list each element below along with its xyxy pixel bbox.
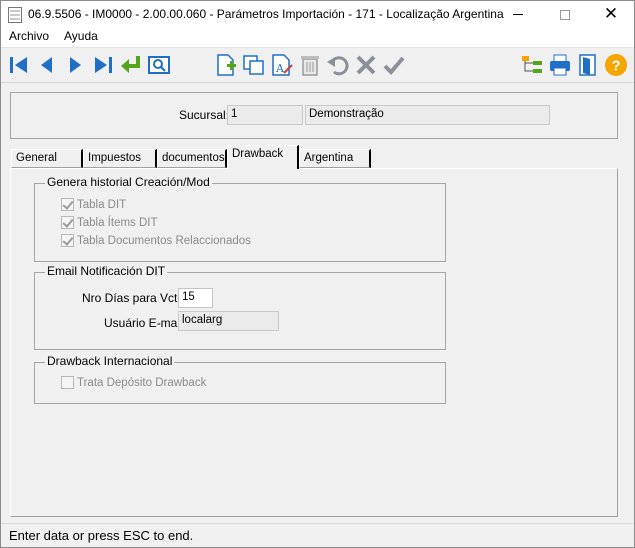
search-icon (148, 56, 170, 74)
tabla-documentos-label: Tabla Documentos Relaccionados (77, 234, 251, 247)
checkbox-unchecked-icon (61, 376, 74, 389)
menu-archivo[interactable]: Archivo (9, 29, 49, 43)
status-text: Enter data or press ESC to end. (9, 528, 194, 543)
go-to-button[interactable] (119, 53, 143, 77)
sucursal-panel: Sucursal: 1 Demonstração (10, 92, 618, 139)
tab-general[interactable]: General (11, 149, 83, 168)
checkbox-checked-icon (61, 198, 74, 211)
copy-record-icon (243, 55, 264, 75)
next-record-button[interactable] (63, 53, 87, 77)
tab-impuestos[interactable]: Impuestos (83, 149, 157, 168)
title-bar: 06.9.5506 - IM0000 - 2.00.00.060 - Parám… (1, 1, 634, 28)
minimize-button[interactable] (495, 1, 541, 28)
delete-record-icon (301, 56, 319, 76)
help-icon: ? (605, 54, 627, 76)
historial-group: Genera historial Creación/Mod Tabla DIT … (34, 175, 446, 262)
nro-dias-input[interactable]: 15 (178, 288, 213, 308)
maximize-icon (560, 9, 570, 20)
cancel-icon (356, 55, 376, 75)
edit-record-icon: A (272, 54, 293, 76)
previous-record-button[interactable] (35, 53, 59, 77)
tab-documentos[interactable]: documentos (157, 149, 227, 168)
copy-record-button[interactable] (242, 53, 266, 77)
tree-button[interactable] (520, 53, 544, 77)
tabla-dit-label: Tabla DIT (77, 198, 127, 211)
go-to-icon (121, 56, 140, 73)
previous-record-icon (41, 57, 52, 73)
edit-record-button[interactable]: A (270, 53, 294, 77)
tab-argentina[interactable]: Argentina (299, 149, 371, 168)
tabla-dit-checkbox[interactable]: Tabla DIT (61, 198, 126, 211)
checkbox-checked-icon (61, 234, 74, 247)
last-record-icon (95, 57, 112, 73)
email-group-title: Email Notificación DIT (45, 264, 168, 278)
tab-drawback[interactable]: Drawback (227, 145, 299, 169)
exit-icon (579, 54, 596, 76)
search-button[interactable] (147, 53, 171, 77)
menu-ayuda[interactable]: Ayuda (64, 29, 98, 43)
application-window: 06.9.5506 - IM0000 - 2.00.00.060 - Parám… (0, 0, 635, 548)
next-record-icon (70, 57, 81, 73)
tabla-items-dit-checkbox[interactable]: Tabla Ítems DIT (61, 216, 158, 229)
usuario-email-label: Usuário E-mail: (104, 316, 187, 330)
svg-text:A: A (275, 62, 285, 75)
trata-deposito-label: Trata Depósito Drawback (77, 376, 207, 389)
exit-button[interactable] (576, 53, 600, 77)
drawback-internacional-title: Drawback Internacional (45, 354, 175, 368)
tree-icon (522, 56, 542, 73)
undo-button[interactable] (326, 53, 350, 77)
print-icon (550, 54, 570, 76)
save-icon (383, 56, 405, 75)
delete-record-button[interactable] (298, 53, 322, 77)
toolbar: A ? (1, 47, 634, 82)
historial-group-title: Genera historial Creación/Mod (45, 175, 212, 189)
tabla-documentos-checkbox[interactable]: Tabla Documentos Relaccionados (61, 234, 251, 247)
checkbox-checked-icon (61, 216, 74, 229)
nro-dias-label: Nro Días para Vcto: (82, 291, 188, 305)
first-record-icon (10, 57, 27, 73)
undo-icon (327, 56, 349, 76)
usuario-email-field[interactable]: localarg (178, 311, 279, 331)
tab-strip: General Impuestos documentos Drawback Ar… (1, 145, 634, 169)
last-record-button[interactable] (91, 53, 115, 77)
svg-text:?: ? (612, 58, 621, 75)
trata-deposito-checkbox[interactable]: Trata Depósito Drawback (61, 376, 206, 389)
sucursal-name-field: Demonstração (305, 105, 550, 125)
sucursal-code-field: 1 (227, 105, 303, 125)
cancel-button[interactable] (354, 53, 378, 77)
minimize-icon (513, 14, 523, 15)
add-record-icon (217, 54, 236, 76)
add-record-button[interactable] (214, 53, 238, 77)
first-record-button[interactable] (7, 53, 31, 77)
window-title: 06.9.5506 - IM0000 - 2.00.00.060 - Parám… (28, 7, 504, 21)
menu-bar: Archivo Ayuda (1, 28, 634, 47)
sucursal-label: Sucursal: (179, 108, 230, 122)
main-content: Sucursal: 1 Demonstração General Impuest… (1, 82, 634, 523)
print-button[interactable] (548, 53, 572, 77)
close-button[interactable]: ✕ (588, 1, 634, 28)
app-icon (8, 7, 22, 23)
close-icon: ✕ (603, 4, 619, 24)
save-button[interactable] (382, 53, 406, 77)
maximize-button[interactable] (542, 1, 588, 28)
drawback-internacional-group: Drawback Internacional Trata Depósito Dr… (34, 354, 446, 404)
help-button[interactable]: ? (604, 53, 628, 77)
email-group: Email Notificación DIT Nro Días para Vct… (34, 264, 446, 350)
tabla-items-dit-label: Tabla Ítems DIT (77, 216, 158, 229)
drawback-tab-page: Genera historial Creación/Mod Tabla DIT … (10, 168, 618, 517)
status-bar: Enter data or press ESC to end. (1, 523, 634, 547)
